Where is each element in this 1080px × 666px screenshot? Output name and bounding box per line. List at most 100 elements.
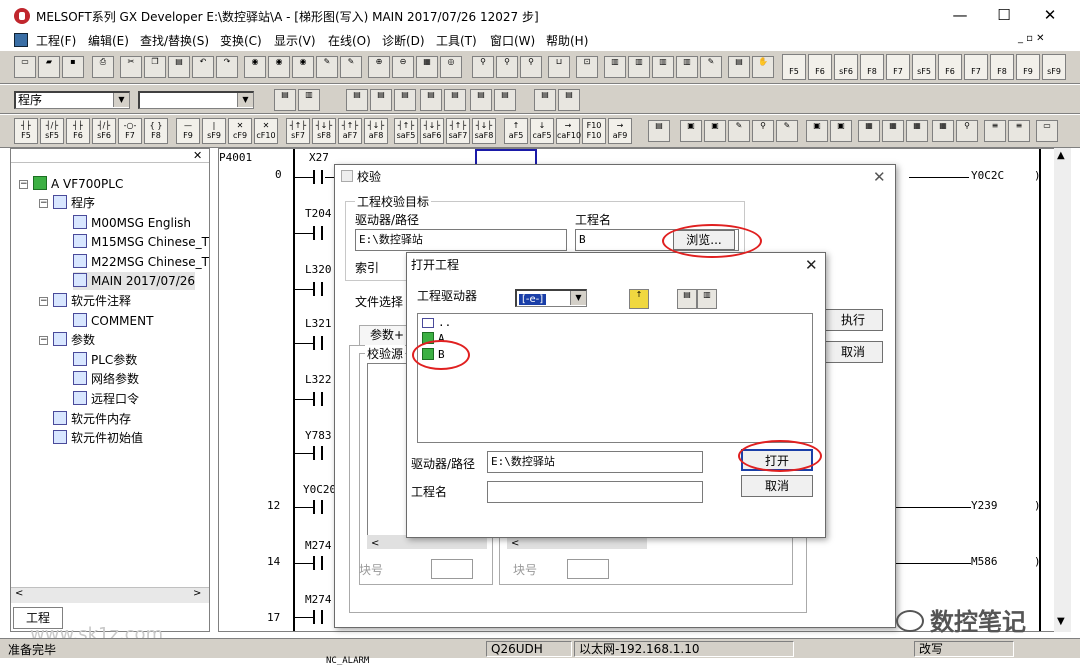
sfc-icon[interactable]: ▤ <box>420 89 442 111</box>
alias-icon[interactable]: ▤ <box>370 89 392 111</box>
collapse-param-icon[interactable]: − <box>39 336 48 345</box>
instr-icon[interactable]: ⊔ <box>548 56 570 78</box>
cut-icon[interactable]: ✂ <box>120 56 142 78</box>
list-view-icon[interactable]: ▥ <box>298 89 320 111</box>
write-mode-icon[interactable]: ✎ <box>728 120 750 142</box>
split-icon[interactable]: ▭ <box>1036 120 1058 142</box>
fkey-19[interactable]: ↓ caF5 <box>530 118 554 144</box>
error-icon[interactable]: ▤ <box>394 89 416 111</box>
copy-icon[interactable]: ❐ <box>144 56 166 78</box>
menu-help[interactable]: 帮助(H) <box>546 32 588 49</box>
scroll-right-icon[interactable]: > <box>193 588 201 599</box>
menu-tools[interactable]: 工具(T) <box>436 32 477 49</box>
diag-icon[interactable]: ◎ <box>440 56 462 78</box>
read-plc-icon[interactable]: ◉ <box>244 56 266 78</box>
panel-close-icon[interactable]: ✕ <box>193 149 202 162</box>
rk-4[interactable]: F7 <box>886 54 910 80</box>
collapse-program-icon[interactable]: − <box>39 199 48 208</box>
test-icon[interactable]: ▤ <box>534 89 556 111</box>
write-plc-icon[interactable]: ◉ <box>268 56 290 78</box>
rk-0[interactable]: F5 <box>782 54 806 80</box>
tree-item-plc-params[interactable]: PLC参数 <box>73 351 137 369</box>
print-icon[interactable]: ⎙ <box>92 56 114 78</box>
ladder-mode-icon[interactable]: ▤ <box>648 120 670 142</box>
fkey-8[interactable]: ✕ cF9 <box>228 118 252 144</box>
fkey-17[interactable]: ┤↓├ saF8 <box>472 118 496 144</box>
monitor-icon[interactable]: ◉ <box>292 56 314 78</box>
rk-7[interactable]: F7 <box>964 54 988 80</box>
menu-window[interactable]: 窗口(W) <box>490 32 535 49</box>
open-icon[interactable]: ▰ <box>38 56 60 78</box>
register-icon[interactable]: ▣ <box>830 120 852 142</box>
find-icon[interactable]: ⚲ <box>472 56 494 78</box>
fkey-18[interactable]: ↑ aF5 <box>504 118 528 144</box>
rk-3[interactable]: F8 <box>860 54 884 80</box>
minimize-button[interactable]: — <box>940 4 980 26</box>
doc-icon[interactable] <box>14 33 28 47</box>
hand-icon[interactable]: ✋ <box>752 56 774 78</box>
tree-item-device-memory[interactable]: 软元件内存 <box>53 410 131 428</box>
entry3-icon[interactable]: ▦ <box>906 120 928 142</box>
mdi-controls[interactable]: _ ▫ ✕ <box>1018 33 1045 44</box>
rk-6[interactable]: F6 <box>938 54 962 80</box>
detail-view-icon[interactable]: ▥ <box>697 289 717 309</box>
find-contact-icon[interactable]: ⚲ <box>496 56 518 78</box>
fkey-11[interactable]: ┤↓├ sF8 <box>312 118 336 144</box>
note-icon[interactable]: ▤ <box>728 56 750 78</box>
zoom-in-icon[interactable]: ⊕ <box>368 56 390 78</box>
cross-ref-icon[interactable]: ▥ <box>604 56 626 78</box>
data-name-combo[interactable]: ▼ <box>138 91 254 109</box>
name-input[interactable] <box>487 481 703 503</box>
fkey-13[interactable]: ┤↓├ aF8 <box>364 118 388 144</box>
verify-close-icon[interactable]: ✕ <box>873 168 886 186</box>
block2-icon[interactable]: ▤ <box>494 89 516 111</box>
menu-convert[interactable]: 变换(C) <box>220 32 262 49</box>
edit-mode-icon[interactable]: ✎ <box>776 120 798 142</box>
fkey-5[interactable]: { } F8 <box>144 118 168 144</box>
fkey-14[interactable]: ┤↑├ saF5 <box>394 118 418 144</box>
menu-diagnose[interactable]: 诊断(D) <box>382 32 425 49</box>
tree-item-m22msg[interactable]: M22MSG Chinese_T <box>73 253 209 271</box>
tree-item-remote-password[interactable]: 远程口令 <box>73 390 139 408</box>
comment-display-icon[interactable]: ▤ <box>346 89 368 111</box>
tree-item-program[interactable]: 程序 <box>53 194 95 212</box>
fkey-1[interactable]: ┤/├ sF5 <box>40 118 64 144</box>
drive-input[interactable]: E:\数控驿站 <box>355 229 567 251</box>
menu-project[interactable]: 工程(F) <box>36 32 76 49</box>
project-list[interactable]: .. A B <box>417 313 813 443</box>
tree-item-main[interactable]: MAIN 2017/07/26 <box>73 272 196 290</box>
entry2-icon[interactable]: ▦ <box>882 120 904 142</box>
data-type-combo[interactable]: 程序 ▼ <box>14 91 130 109</box>
execute-button[interactable]: 执行 <box>823 309 883 331</box>
up-folder-icon[interactable]: ↑ <box>629 289 649 309</box>
test2-icon[interactable]: ▤ <box>558 89 580 111</box>
device-icon[interactable]: ✎ <box>316 56 338 78</box>
tree-item-m15msg[interactable]: M15MSG Chinese_T <box>73 233 209 251</box>
new-icon[interactable]: ▭ <box>14 56 36 78</box>
fkey-20[interactable]: → caF10 <box>556 118 581 144</box>
statement-icon[interactable]: ✎ <box>700 56 722 78</box>
scroll-left-icon[interactable]: < <box>15 588 23 599</box>
rk-1[interactable]: F6 <box>808 54 832 80</box>
batch-icon[interactable]: ▦ <box>932 120 954 142</box>
sfc2-icon[interactable]: ▤ <box>444 89 466 111</box>
fkey-12[interactable]: ┤↑├ aF7 <box>338 118 362 144</box>
block-icon[interactable]: ▤ <box>470 89 492 111</box>
collapse-root-icon[interactable]: − <box>19 180 28 189</box>
tree-item-network-params[interactable]: 网络参数 <box>73 370 139 388</box>
open-cancel-button[interactable]: 取消 <box>741 475 813 497</box>
redo-icon[interactable]: ↷ <box>216 56 238 78</box>
tree-item-device-comment[interactable]: 软元件注释 <box>53 292 131 310</box>
fkey-6[interactable]: — F9 <box>176 118 200 144</box>
list-item-parent[interactable]: .. <box>422 316 451 329</box>
fkey-21[interactable]: F10 F10 <box>582 118 606 144</box>
tree-item-comment[interactable]: COMMENT <box>73 312 153 330</box>
monitor-stop-icon[interactable]: ▣ <box>704 120 726 142</box>
maximize-button[interactable]: ☐ <box>984 4 1024 26</box>
find-coil-icon[interactable]: ⚲ <box>520 56 542 78</box>
align-icon[interactable]: ≡ <box>984 120 1006 142</box>
fkey-4[interactable]: -○- F7 <box>118 118 142 144</box>
tree-item-params[interactable]: 参数 <box>53 331 95 349</box>
menu-edit[interactable]: 编辑(E) <box>88 32 129 49</box>
collapse-comment-icon[interactable]: − <box>39 297 48 306</box>
